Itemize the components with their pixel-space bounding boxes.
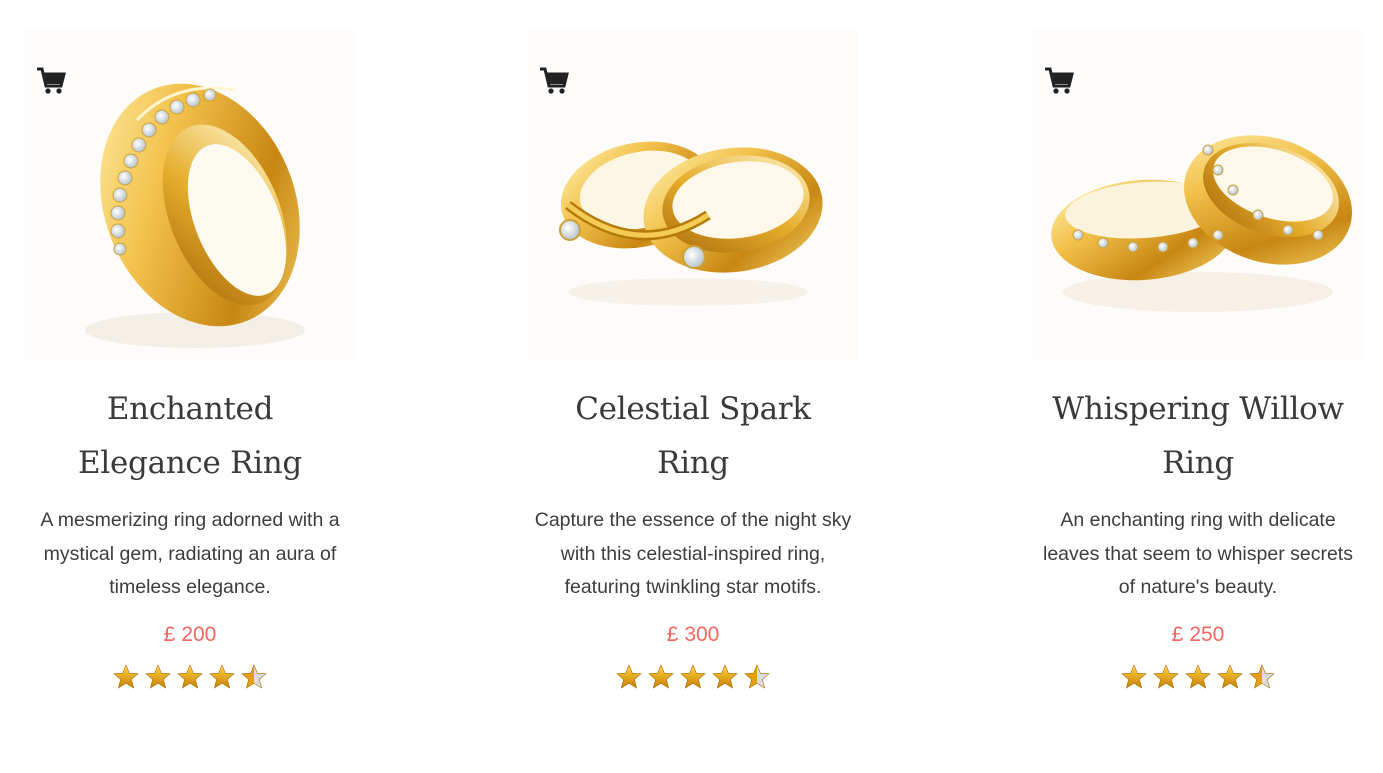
star-rating bbox=[528, 663, 858, 691]
star-full-icon bbox=[680, 663, 706, 689]
product-description: Capture the essence of the night sky wit… bbox=[534, 509, 852, 598]
product-title[interactable]: Celestial Spark Ring bbox=[528, 382, 858, 490]
price-value: 300 bbox=[684, 622, 720, 646]
price-currency: £ bbox=[666, 622, 679, 646]
star-full-icon bbox=[1121, 663, 1147, 689]
product-price: £200 bbox=[25, 621, 355, 649]
product-title[interactable]: Enchanted Elegance Ring bbox=[25, 382, 355, 490]
price-value: 250 bbox=[1189, 622, 1225, 646]
star-rating bbox=[1033, 663, 1363, 691]
price-currency: £ bbox=[1171, 622, 1184, 646]
star-full-icon bbox=[648, 663, 674, 689]
ring-image bbox=[1051, 135, 1353, 312]
star-half-icon bbox=[744, 663, 770, 689]
ring-image bbox=[85, 83, 305, 348]
star-half-icon bbox=[1249, 663, 1275, 689]
product-grid: Enchanted Elegance Ring A mesmerizing ri… bbox=[0, 0, 1383, 773]
add-to-cart-icon[interactable] bbox=[35, 66, 67, 96]
star-full-icon bbox=[712, 663, 738, 689]
product-image[interactable] bbox=[528, 30, 858, 360]
product-card: Whispering Willow Ring An enchanting rin… bbox=[1033, 30, 1363, 691]
star-full-icon bbox=[145, 663, 171, 689]
star-full-icon bbox=[616, 663, 642, 689]
star-full-icon bbox=[1217, 663, 1243, 689]
product-image[interactable] bbox=[1033, 30, 1363, 360]
product-card: Celestial Spark Ring Capture the essence… bbox=[528, 30, 858, 691]
product-card: Enchanted Elegance Ring A mesmerizing ri… bbox=[25, 30, 355, 691]
star-full-icon bbox=[209, 663, 235, 689]
product-price: £250 bbox=[1033, 621, 1363, 649]
star-half-icon bbox=[241, 663, 267, 689]
add-to-cart-icon[interactable] bbox=[1043, 66, 1075, 96]
price-currency: £ bbox=[163, 622, 176, 646]
star-full-icon bbox=[1153, 663, 1179, 689]
star-rating bbox=[25, 663, 355, 691]
product-image[interactable] bbox=[25, 30, 355, 360]
star-full-icon bbox=[177, 663, 203, 689]
product-price: £300 bbox=[528, 621, 858, 649]
ring-image bbox=[559, 141, 823, 306]
add-to-cart-icon[interactable] bbox=[538, 66, 570, 96]
star-full-icon bbox=[113, 663, 139, 689]
star-full-icon bbox=[1185, 663, 1211, 689]
product-description: A mesmerizing ring adorned with a mystic… bbox=[40, 509, 340, 598]
product-description: An enchanting ring with delicate leaves … bbox=[1043, 509, 1353, 598]
product-title[interactable]: Whispering Willow Ring bbox=[1033, 382, 1363, 490]
price-value: 200 bbox=[181, 622, 217, 646]
